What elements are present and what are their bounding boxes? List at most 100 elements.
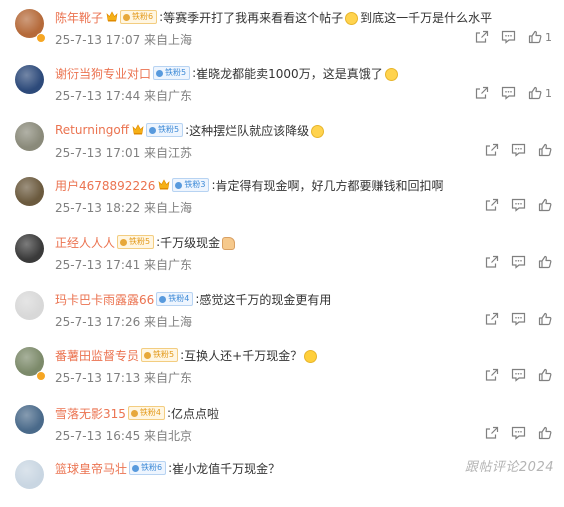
share-icon	[485, 143, 499, 157]
share-button[interactable]	[475, 86, 489, 100]
comment-item: Returningoff 铁粉5: 这种摆烂队就应该降级 25-7-13 17:01 …	[0, 113, 564, 169]
fan-level-badge[interactable]: 铁粉6	[120, 10, 158, 24]
like-button[interactable]: 1	[528, 30, 552, 44]
heart-icon	[132, 464, 140, 472]
like-button[interactable]	[538, 312, 552, 326]
crown-icon	[132, 123, 144, 135]
avatar[interactable]	[15, 122, 44, 151]
like-icon	[528, 86, 542, 100]
comment-icon	[511, 368, 526, 382]
comment-text: 崔小龙值千万现金？	[172, 461, 281, 476]
fan-level-badge[interactable]: 铁粉3	[172, 178, 210, 192]
reply-button[interactable]	[511, 255, 526, 269]
comment-meta: 25-7-13 17:13 来自广东	[55, 371, 193, 385]
avatar[interactable]	[15, 405, 44, 434]
hand-emoji-icon	[222, 236, 236, 250]
like-icon	[538, 426, 552, 440]
fan-level-badge[interactable]: 铁粉5	[117, 235, 155, 249]
reply-button[interactable]	[501, 86, 516, 100]
like-icon	[538, 198, 552, 212]
share-button[interactable]	[485, 143, 499, 157]
comment-meta: 25-7-13 17:07 来自上海	[55, 33, 193, 47]
reply-button[interactable]	[511, 143, 526, 157]
share-icon	[485, 368, 499, 382]
share-button[interactable]	[485, 198, 499, 212]
heart-icon	[156, 69, 164, 77]
comment-item: 雪落无影315 铁粉4: 亿点点啦 25-7-13 16:45 来自北京	[0, 396, 564, 452]
username-link[interactable]: 正经人人人	[55, 234, 115, 251]
comment-icon	[511, 255, 526, 269]
comment-icon	[501, 86, 516, 100]
share-icon	[485, 198, 499, 212]
avatar[interactable]	[15, 291, 44, 320]
vip-badge-icon	[36, 371, 46, 381]
comment-text: 感觉这千万的现金更有用	[199, 292, 332, 307]
fan-level-badge[interactable]: 铁粉5	[141, 348, 179, 362]
comment-actions: 1	[463, 30, 552, 44]
heart-icon	[130, 409, 138, 417]
reply-button[interactable]	[511, 198, 526, 212]
share-button[interactable]	[485, 368, 499, 382]
comment-meta: 25-7-13 17:44 来自广东	[55, 89, 193, 103]
like-button[interactable]: 1	[528, 86, 552, 100]
comment-icon	[511, 312, 526, 326]
heart-icon	[120, 238, 128, 246]
comment-meta: 25-7-13 16:45 来自北京	[55, 429, 193, 443]
comment-item: 玛卡巴卡雨露露66 铁粉4: 感觉这千万的现金更有用 25-7-13 17:26 来自…	[0, 282, 564, 338]
username-link[interactable]: 篮球皇帝马壮	[55, 460, 127, 477]
comment-text: 肯定得有现金啊，好几方都要赚钱和回扣啊	[215, 178, 444, 193]
crown-icon	[158, 178, 170, 190]
comment-actions	[473, 312, 552, 326]
comment-text: 亿点点啦	[171, 406, 220, 421]
username-link[interactable]: 番薯田监督专员	[55, 347, 139, 364]
wow-emoji-icon	[304, 349, 318, 363]
avatar[interactable]	[15, 65, 44, 94]
fan-level-badge[interactable]: 铁粉4	[127, 406, 165, 420]
comment-item: 陈年靴子 铁粉6: 等赛季开打了我再来看看这个帖子 到底这一千万是什么水平 25-7-1…	[0, 0, 564, 56]
like-button[interactable]	[538, 198, 552, 212]
like-icon	[538, 143, 552, 157]
username-link[interactable]: 雪落无影315	[55, 405, 126, 422]
username-link[interactable]: 谢衍当狗专业对口	[55, 65, 151, 82]
share-button[interactable]	[485, 312, 499, 326]
reply-button[interactable]	[511, 368, 526, 382]
reply-button[interactable]	[511, 426, 526, 440]
like-button[interactable]	[538, 143, 552, 157]
share-button[interactable]	[475, 30, 489, 44]
username-link[interactable]: Returningoff	[55, 123, 129, 137]
comment-meta: 25-7-13 17:26 来自上海	[55, 315, 193, 329]
avatar[interactable]	[15, 460, 44, 489]
fan-level-badge[interactable]: 铁粉6	[129, 461, 167, 475]
comment-text: 互换人还+千万现金？	[184, 348, 303, 363]
like-button[interactable]	[538, 426, 552, 440]
comment-item: 谢衍当狗专业对口 铁粉5: 崔晓龙都能卖1000万，这是真饿了 25-7-13 17:…	[0, 56, 564, 112]
share-icon	[475, 30, 489, 44]
like-button[interactable]	[538, 255, 552, 269]
reply-button[interactable]	[511, 312, 526, 326]
fan-level-badge[interactable]: 铁粉5	[146, 123, 184, 137]
share-icon	[485, 426, 499, 440]
comment-icon	[511, 143, 526, 157]
username-link[interactable]: 玛卡巴卡雨露露66	[55, 291, 154, 308]
share-button[interactable]	[485, 255, 499, 269]
like-icon	[538, 312, 552, 326]
avatar[interactable]	[15, 234, 44, 263]
like-button[interactable]	[538, 368, 552, 382]
comment-actions	[473, 368, 552, 382]
comment-text: 崔晓龙都能卖1000万，这是真饿了	[196, 66, 383, 81]
username-link[interactable]: 陈年靴子	[55, 9, 103, 26]
username-link[interactable]: 用户4678892226	[55, 177, 155, 194]
fan-level-badge[interactable]: 铁粉4	[156, 292, 194, 306]
avatar[interactable]	[15, 177, 44, 206]
share-icon	[485, 255, 499, 269]
comment-item: 用户4678892226 铁粉3: 肯定得有现金啊，好几方都要赚钱和回扣啊 25-7-…	[0, 168, 564, 224]
watermark: 跟帖评论2024	[464, 460, 554, 475]
comment-actions	[473, 426, 552, 440]
comment-text-continued: 到底这一千万是什么水平	[360, 10, 493, 25]
like-count: 1	[545, 86, 552, 100]
share-button[interactable]	[485, 426, 499, 440]
reply-button[interactable]	[501, 30, 516, 44]
fan-level-badge[interactable]: 铁粉5	[153, 66, 191, 80]
heart-icon	[149, 126, 156, 134]
like-icon	[538, 368, 552, 382]
